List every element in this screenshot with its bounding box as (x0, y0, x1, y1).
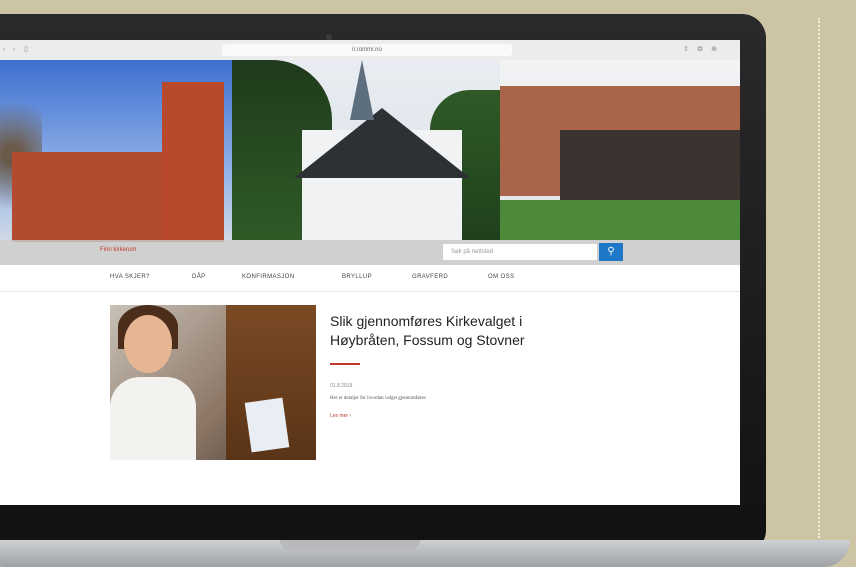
main-nav: HVA SKJER? DÅP KONFIRMASJON BRYLLUP GRAV… (0, 265, 740, 292)
hero-banner: Finn kirkerum Søk på nettsted ⚲ (0, 60, 740, 265)
article-image[interactable] (110, 305, 316, 460)
laptop-screen: ‹ › ▯ ir.rommi.no ⇧ ⧉ ⊕ Finn kirkerum Sø… (0, 40, 740, 505)
search-input[interactable]: Søk på nettsted (442, 243, 598, 261)
read-more-link[interactable]: Les mer › (330, 413, 351, 419)
browser-toolbar: ‹ › ▯ ir.rommi.no ⇧ ⧉ ⊕ (0, 40, 740, 61)
search-button[interactable]: ⚲ (599, 243, 623, 261)
tabs-icon[interactable]: ⧉ (696, 46, 704, 54)
article-divider (330, 363, 360, 365)
laptop-base (0, 540, 850, 567)
article-title[interactable]: Slik gjennomføres Kirkevalget i Høybråte… (330, 312, 590, 350)
article-description: Her er detaljer for hvordan valget gjenn… (330, 396, 426, 401)
address-bar[interactable]: ir.rommi.no (222, 44, 512, 56)
laptop-notch (280, 540, 420, 550)
laptop: ‹ › ▯ ir.rommi.no ⇧ ⧉ ⊕ Finn kirkerum Sø… (0, 14, 766, 554)
church-photo-2 (232, 60, 500, 240)
nav-item-konfirmasjon[interactable]: KONFIRMASJON (242, 274, 294, 280)
back-icon[interactable]: ‹ (0, 46, 8, 54)
church-photo-1 (0, 60, 232, 242)
share-icon[interactable]: ⇧ (682, 46, 690, 54)
nav-item-hva-skjer[interactable]: HVA SKJER? (110, 274, 150, 280)
magnifier-icon: ⚲ (607, 246, 615, 257)
dotted-divider (818, 18, 820, 538)
nav-item-bryllup[interactable]: BRYLLUP (342, 274, 372, 280)
new-tab-icon[interactable]: ⊕ (710, 46, 718, 54)
article-date: 01.8.2019 (330, 383, 353, 389)
church-photo-3 (500, 60, 740, 240)
hero-search-strip: Finn kirkerum Søk på nettsted ⚲ (0, 240, 740, 265)
nav-item-om-oss[interactable]: OM OSS (488, 274, 514, 280)
sidebar-icon[interactable]: ▯ (22, 46, 30, 54)
nav-item-gravferd[interactable]: GRAVFERD (412, 274, 448, 280)
find-church-link[interactable]: Finn kirkerum (100, 247, 136, 253)
nav-item-dap[interactable]: DÅP (192, 274, 206, 280)
forward-icon[interactable]: › (10, 46, 18, 54)
